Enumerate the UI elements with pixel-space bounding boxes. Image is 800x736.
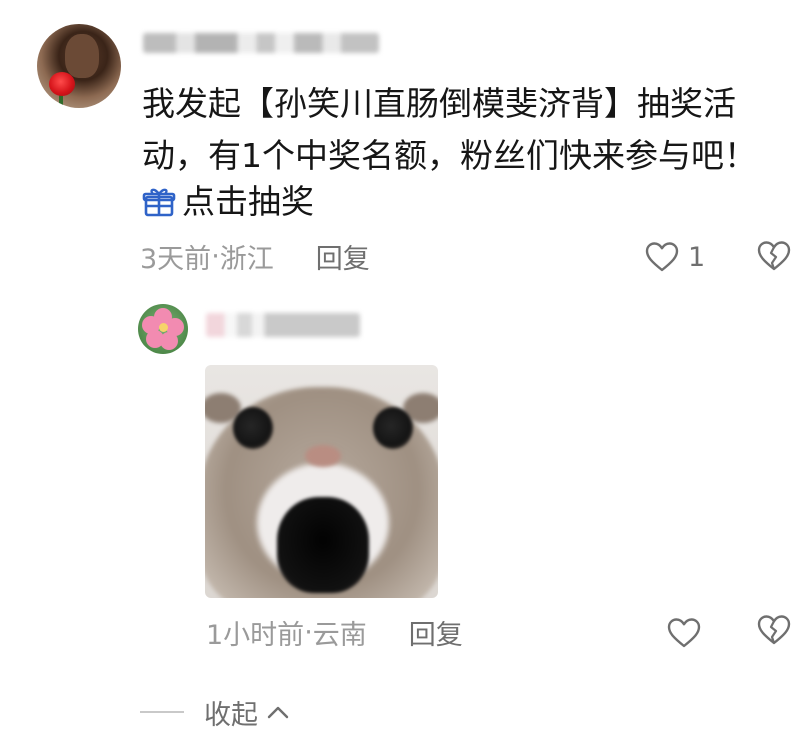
broken-heart-icon[interactable] xyxy=(756,614,792,646)
reply-time: 1小时前 xyxy=(206,619,305,651)
meta-separator: · xyxy=(304,616,313,648)
heart-icon xyxy=(645,242,679,272)
replier-avatar[interactable] xyxy=(138,304,188,354)
replier-name-blurred[interactable] xyxy=(206,313,360,337)
like-button[interactable]: 1 xyxy=(644,238,705,276)
chevron-up-icon xyxy=(267,706,289,719)
reply-location: 云南 xyxy=(312,619,367,651)
gift-icon xyxy=(142,188,176,217)
rose-icon xyxy=(49,72,75,96)
collapse-replies-button[interactable]: 收起 xyxy=(140,690,290,734)
broken-heart-icon[interactable] xyxy=(756,240,792,272)
comment-meta: 3天前 · 浙江 回复 xyxy=(140,236,370,276)
comment-time: 3天前 xyxy=(140,243,212,275)
collapse-label: 收起 xyxy=(204,699,258,731)
flower-icon xyxy=(159,323,168,332)
lottery-link[interactable]: 点击抽奖 xyxy=(142,178,314,226)
meta-separator: · xyxy=(211,240,220,272)
reply-image[interactable] xyxy=(205,365,438,598)
lottery-link-label: 点击抽奖 xyxy=(182,182,314,221)
reply-button[interactable]: 回复 xyxy=(316,237,370,276)
comment-text: 我发起【孙笑川直肠倒模斐济背】抽奖活动，有1个中奖名额，粉丝们快来参与吧！ xyxy=(142,84,757,175)
commenter-name-blurred[interactable] xyxy=(143,33,379,53)
heart-icon xyxy=(667,618,701,648)
collapse-divider xyxy=(140,711,184,713)
reply-button[interactable]: 回复 xyxy=(409,613,463,652)
comment-location: 浙江 xyxy=(219,243,274,275)
commenter-avatar[interactable] xyxy=(37,24,121,108)
like-button[interactable] xyxy=(666,614,702,652)
like-count: 1 xyxy=(688,241,706,273)
reply-meta: 1小时前 · 云南 回复 xyxy=(206,612,463,652)
